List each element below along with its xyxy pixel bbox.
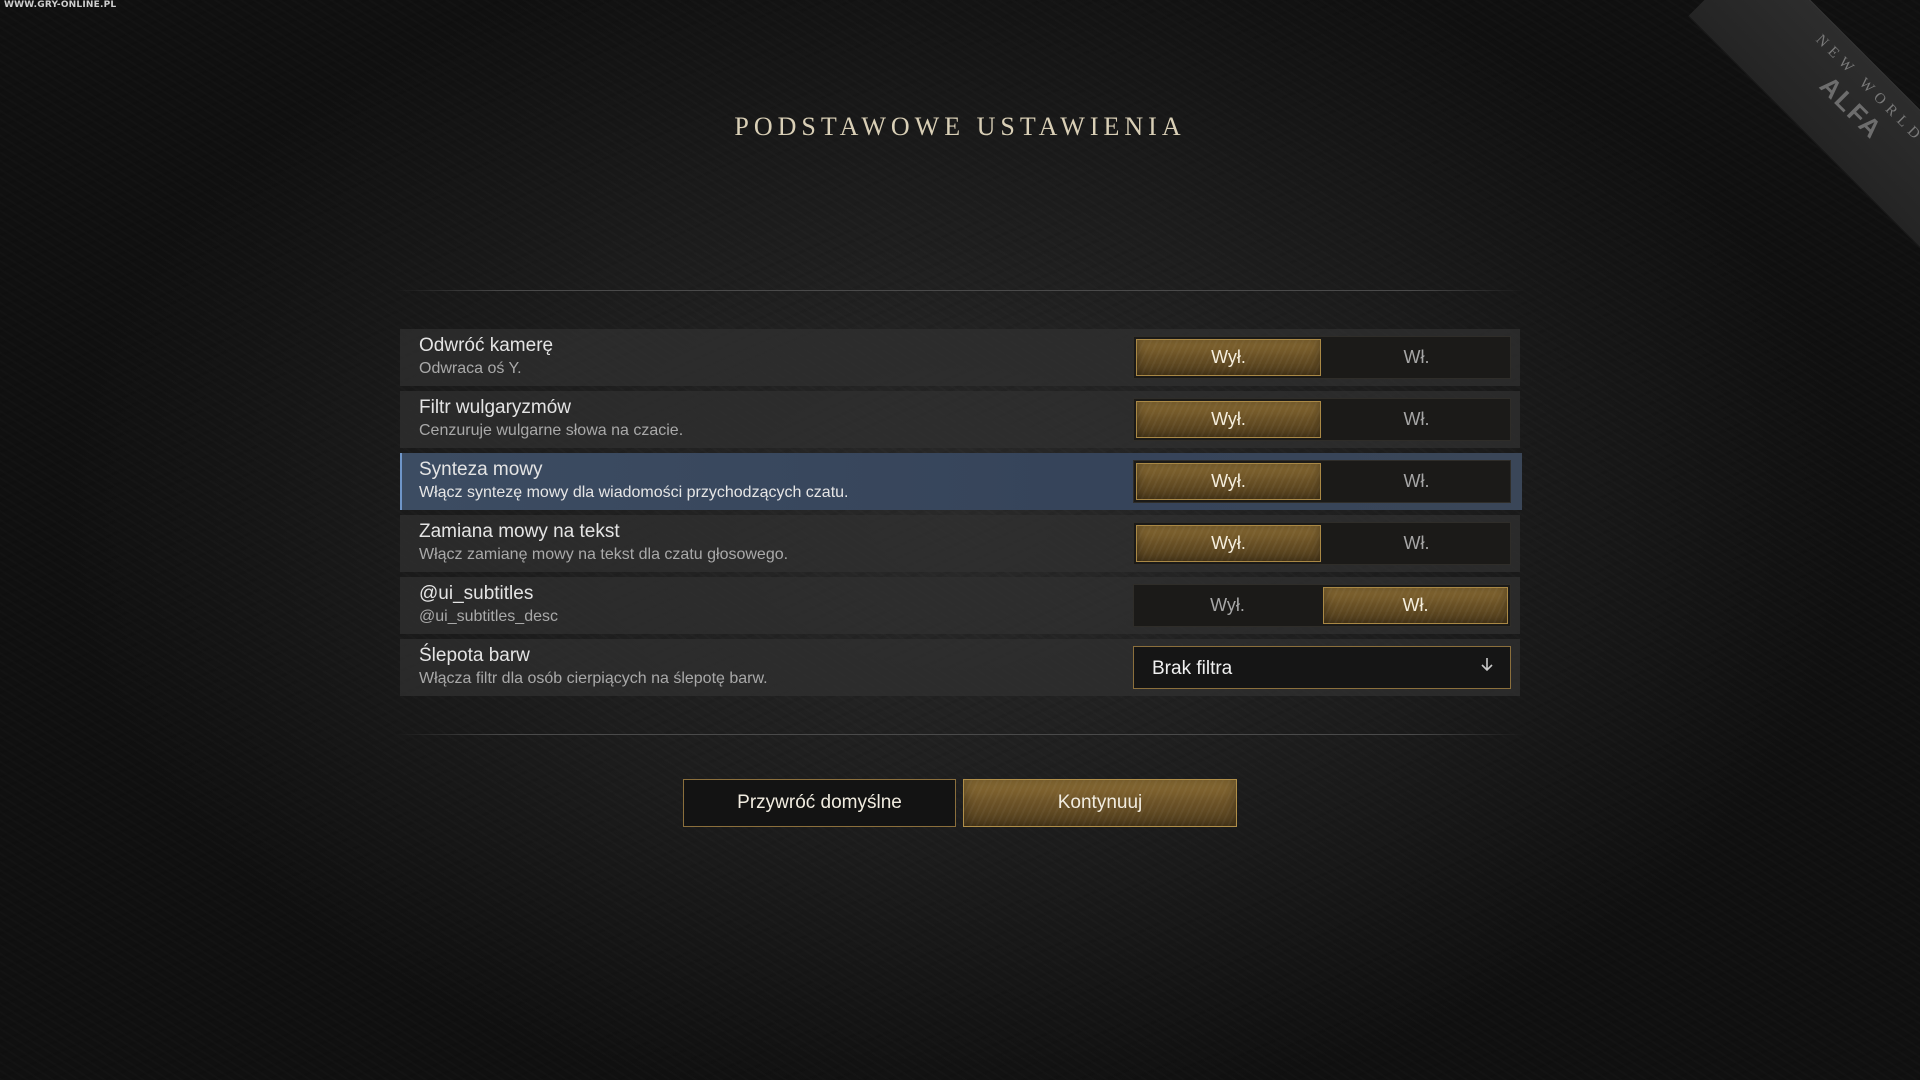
toggle-on-option[interactable]: Wł.	[1325, 401, 1508, 438]
setting-description: Włącz zamianę mowy na tekst dla czatu gł…	[419, 546, 789, 563]
setting-description: Odwraca oś Y.	[419, 360, 522, 377]
setting-label: Ślepota barw	[419, 645, 530, 666]
divider-top	[395, 290, 1525, 291]
watermark: WWW.GRY-ONLINE.PL	[4, 0, 117, 10]
setting-row-profanity-filter[interactable]: Filtr wulgaryzmów Cenzuruje wulgarne sło…	[400, 391, 1520, 448]
setting-row-invert-camera[interactable]: Odwróć kamerę Odwraca oś Y. Wył. Wł.	[400, 329, 1520, 386]
toggle-off-option[interactable]: Wył.	[1136, 525, 1321, 562]
toggle-off-option[interactable]: Wył.	[1136, 463, 1321, 500]
toggle-invert-camera: Wył. Wł.	[1133, 336, 1511, 379]
restore-defaults-button[interactable]: Przywróć domyślne	[683, 779, 956, 827]
color-blindness-dropdown[interactable]: Brak filtra	[1133, 646, 1511, 689]
toggle-on-option[interactable]: Wł.	[1323, 587, 1508, 624]
setting-row-subtitles[interactable]: @ui_subtitles @ui_subtitles_desc Wył. Wł…	[400, 577, 1520, 634]
toggle-text-to-speech: Wył. Wł.	[1133, 460, 1511, 503]
settings-screen: WWW.GRY-ONLINE.PL NEW WORLD ALFA PODSTAW…	[0, 0, 1920, 1080]
toggle-subtitles: Wył. Wł.	[1133, 584, 1511, 627]
toggle-on-option[interactable]: Wł.	[1325, 525, 1508, 562]
toggle-off-option[interactable]: Wył.	[1136, 587, 1319, 624]
setting-label: Odwróć kamerę	[419, 335, 554, 356]
setting-label: Synteza mowy	[419, 459, 543, 480]
setting-description: Cenzuruje wulgarne słowa na czacie.	[419, 422, 684, 439]
setting-label: Filtr wulgaryzmów	[419, 397, 572, 418]
page-title: PODSTAWOWE USTAWIENIA	[734, 112, 1186, 141]
toggle-speech-to-text: Wył. Wł.	[1133, 522, 1511, 565]
continue-button[interactable]: Kontynuuj	[963, 779, 1237, 827]
toggle-profanity-filter: Wył. Wł.	[1133, 398, 1511, 441]
chevron-down-icon	[1480, 657, 1494, 678]
toggle-on-option[interactable]: Wł.	[1325, 463, 1508, 500]
setting-label: Zamiana mowy na tekst	[419, 521, 620, 542]
setting-row-speech-to-text[interactable]: Zamiana mowy na tekst Włącz zamianę mowy…	[400, 515, 1520, 572]
setting-description: Włącza filtr dla osób cierpiących na śle…	[419, 670, 768, 687]
settings-list: Odwróć kamerę Odwraca oś Y. Wył. Wł. Fil…	[400, 329, 1522, 701]
setting-label: @ui_subtitles	[419, 583, 534, 604]
dropdown-value: Brak filtra	[1152, 658, 1233, 679]
toggle-off-option[interactable]: Wył.	[1136, 401, 1321, 438]
divider-bottom	[395, 734, 1525, 735]
setting-row-text-to-speech[interactable]: Synteza mowy Włącz syntezę mowy dla wiad…	[400, 453, 1522, 510]
setting-row-color-blindness[interactable]: Ślepota barw Włącza filtr dla osób cierp…	[400, 639, 1520, 696]
toggle-off-option[interactable]: Wył.	[1136, 339, 1321, 376]
setting-description: @ui_subtitles_desc	[419, 608, 558, 625]
setting-description: Włącz syntezę mowy dla wiadomości przych…	[419, 484, 849, 501]
toggle-on-option[interactable]: Wł.	[1325, 339, 1508, 376]
